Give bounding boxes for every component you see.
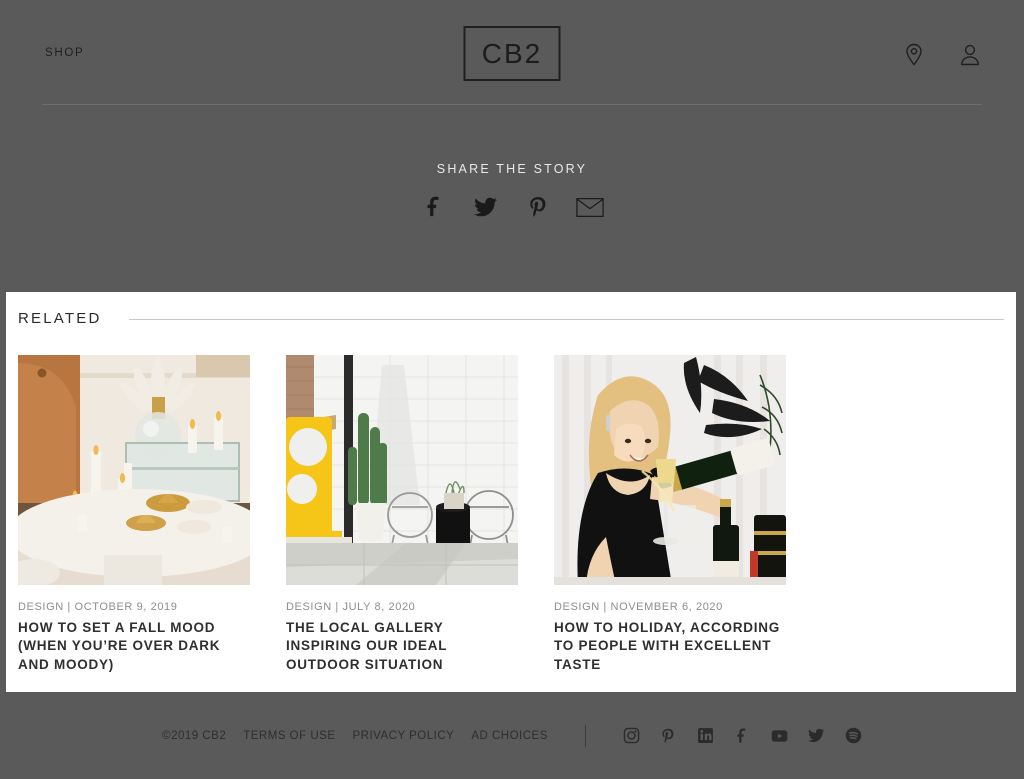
cb2-logo[interactable]: CB2 <box>463 26 561 81</box>
card-thumbnail-how-to-holiday[interactable] <box>554 355 786 585</box>
card-meta: DESIGN | OCTOBER 9, 2019 <box>18 601 178 613</box>
email-icon[interactable] <box>573 193 607 221</box>
footer-link-terms-of-use[interactable]: TERMS OF USE <box>243 730 335 742</box>
related-divider <box>129 319 1004 320</box>
location-pin-icon[interactable] <box>902 42 926 68</box>
cb2-logo-text: CB2 <box>481 37 543 69</box>
site-header: SHOP CB2 <box>0 0 1024 110</box>
instagram-icon[interactable] <box>623 727 640 744</box>
card-thumbnail-local-gallery[interactable] <box>286 355 518 585</box>
footer-row: ©2019 CB2 TERMS OF USE PRIVACY POLICY AD… <box>162 724 862 747</box>
share-title: SHARE THE STORY <box>436 162 588 176</box>
card-title[interactable]: HOW TO SET A FALL MOOD (WHEN YOU’RE OVER… <box>18 619 250 674</box>
related-header: RELATED <box>18 292 1004 327</box>
related-card-list: DESIGN | OCTOBER 9, 2019 HOW TO SET A FA… <box>18 327 1004 674</box>
share-icon-group <box>0 193 1024 221</box>
pinterest-icon[interactable] <box>521 193 555 221</box>
pinterest-icon[interactable] <box>660 727 677 744</box>
card-thumbnail-fall-mood[interactable] <box>18 355 250 585</box>
related-card[interactable]: DESIGN | NOVEMBER 6, 2020 HOW TO HOLIDAY… <box>554 355 786 674</box>
footer-divider <box>584 724 586 747</box>
spotify-icon[interactable] <box>845 727 862 744</box>
related-card[interactable]: DESIGN | OCTOBER 9, 2019 HOW TO SET A FA… <box>18 355 250 674</box>
related-card[interactable]: DESIGN | JULY 8, 2020 THE LOCAL GALLERY … <box>286 355 518 674</box>
card-meta: DESIGN | NOVEMBER 6, 2020 <box>554 601 723 613</box>
nav-shop-link[interactable]: SHOP <box>45 47 84 59</box>
facebook-icon[interactable] <box>734 727 751 744</box>
twitter-icon[interactable] <box>469 193 503 221</box>
site-footer: ©2019 CB2 TERMS OF USE PRIVACY POLICY AD… <box>0 692 1024 779</box>
share-section: SHARE THE STORY <box>0 110 1024 221</box>
facebook-icon[interactable] <box>417 193 451 221</box>
youtube-icon[interactable] <box>771 727 788 744</box>
footer-link-ad-choices[interactable]: AD CHOICES <box>471 730 548 742</box>
related-panel: RELATED DESIGN | OCTOBER 9, 2019 HOW TO … <box>6 292 1016 692</box>
card-title[interactable]: HOW TO HOLIDAY, ACCORDING TO PEOPLE WITH… <box>554 619 786 674</box>
header-inner: SHOP CB2 <box>42 0 982 105</box>
user-account-icon[interactable] <box>958 42 982 68</box>
related-heading: RELATED <box>18 310 102 327</box>
footer-copyright: ©2019 CB2 <box>162 729 227 742</box>
card-meta: DESIGN | JULY 8, 2020 <box>286 601 416 613</box>
twitter-icon[interactable] <box>807 727 825 744</box>
header-icon-group <box>902 42 982 68</box>
card-title[interactable]: THE LOCAL GALLERY INSPIRING OUR IDEAL OU… <box>286 619 518 674</box>
linkedin-icon[interactable] <box>697 727 714 744</box>
footer-social-group <box>623 727 862 744</box>
footer-link-privacy-policy[interactable]: PRIVACY POLICY <box>353 730 455 742</box>
footer-link-group: ©2019 CB2 TERMS OF USE PRIVACY POLICY AD… <box>162 730 548 742</box>
